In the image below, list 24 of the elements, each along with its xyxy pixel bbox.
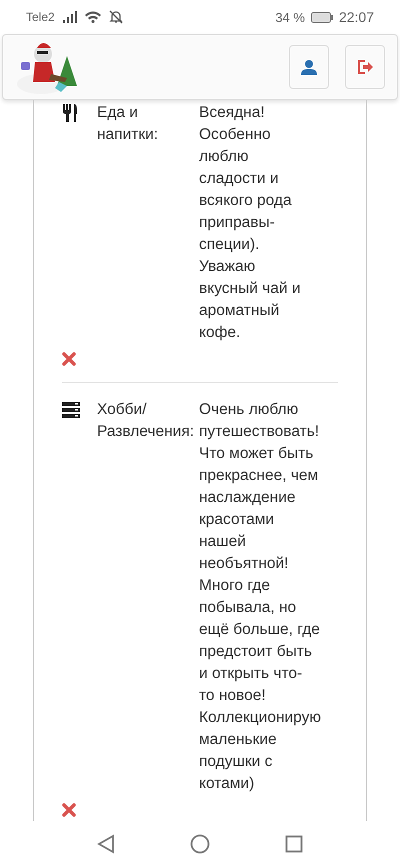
field-label: Еда и напитки:	[97, 103, 160, 145]
field-value: Всеядна! Особенно люблю сладости и всякого рода приправы- специи). Уважаю вкусный чай и ароматный кофе.	[199, 103, 302, 343]
signal-icon	[62, 11, 77, 23]
user-icon	[301, 59, 317, 75]
server-icon	[62, 402, 80, 418]
battery-icon	[310, 12, 333, 22]
profile-button[interactable]	[289, 45, 329, 89]
logout-icon	[356, 59, 374, 75]
field-label: Хобби/ Развлечения:	[97, 400, 196, 442]
home-icon[interactable]	[190, 834, 210, 854]
delete-button[interactable]	[62, 352, 78, 368]
field-value: Очень люблю путешествовать! Что может быть прекраснее, чем наслаждение красотами нашей необъятной! Много где побывала, но ещё больше, где предстоит быть и открыть что- то новое! Коллекционирую маленькие подушки с котами)	[199, 400, 322, 794]
back-icon[interactable]	[97, 834, 116, 854]
close-icon	[62, 803, 76, 817]
close-icon	[62, 352, 76, 366]
clock-time: 22:07	[338, 9, 374, 25]
bell-off-icon	[108, 10, 123, 24]
recents-icon[interactable]	[284, 835, 303, 853]
battery-percent: 34 %	[275, 10, 305, 24]
delete-button[interactable]	[62, 803, 78, 819]
logout-button[interactable]	[345, 45, 385, 89]
carrier-name: Tele2	[26, 10, 55, 24]
wifi-icon	[84, 11, 101, 23]
cutlery-icon	[62, 104, 78, 122]
